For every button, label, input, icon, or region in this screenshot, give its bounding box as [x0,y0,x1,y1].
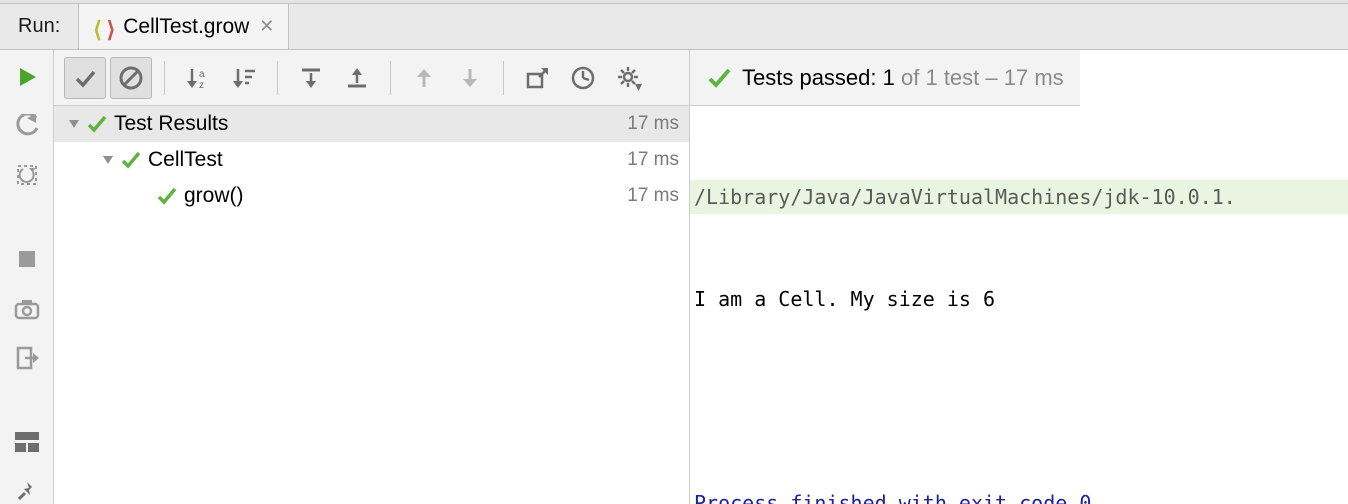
check-icon [156,185,178,207]
run-tab-strip: Run: ⟨⟩ CellTest.grow ✕ [0,4,1348,50]
show-ignored-toggle[interactable] [110,57,152,99]
sort-alpha-button[interactable]: az [177,57,219,99]
test-tree-toolbar: az [54,50,690,106]
check-icon [86,113,108,135]
exit-button[interactable] [12,345,42,370]
check-icon [706,65,732,91]
run-button[interactable] [12,64,42,89]
pin-button[interactable] [12,479,42,504]
run-config-title: CellTest.grow [123,15,249,39]
chevron-down-icon[interactable] [64,117,84,131]
tree-test-label: grow() [184,184,627,208]
status-prefix: Tests passed: [742,65,877,90]
status-passed-count: 1 [883,65,895,90]
run-side-rail [0,50,54,504]
run-config-tab[interactable]: ⟨⟩ CellTest.grow ✕ [78,4,289,49]
history-button[interactable] [562,57,604,99]
tree-root-row[interactable]: Test Results 17 ms [54,106,689,142]
test-settings-button[interactable] [608,57,650,99]
svg-text:a: a [199,69,205,80]
export-results-button[interactable] [516,57,558,99]
tree-suite-row[interactable]: CellTest 17 ms [54,142,689,178]
collapse-all-button[interactable] [336,57,378,99]
prev-failed-button[interactable] [403,57,445,99]
close-icon[interactable]: ✕ [259,16,274,37]
tree-suite-label: CellTest [148,148,627,172]
tree-test-time: 17 ms [627,185,679,207]
next-failed-button[interactable] [449,57,491,99]
console-output-line: I am a Cell. My size is 6 [690,282,1348,316]
tree-root-time: 17 ms [627,113,679,135]
toggle-autotest-button[interactable] [12,162,42,187]
stop-button[interactable] [12,247,42,272]
run-panel-label: Run: [0,15,78,38]
sort-duration-button[interactable] [223,57,265,99]
console-exit-line: Process finished with exit code 0 [690,486,1348,504]
console-output[interactable]: /Library/Java/JavaVirtualMachines/jdk-10… [690,106,1348,504]
test-tree[interactable]: Test Results 17 ms CellTest 17 ms grow()… [54,106,690,504]
expand-all-button[interactable] [290,57,332,99]
dump-threads-button[interactable] [12,296,42,321]
tree-suite-time: 17 ms [627,149,679,171]
console-command-line: /Library/Java/JavaVirtualMachines/jdk-10… [690,180,1348,214]
show-passed-toggle[interactable] [64,57,106,99]
tree-test-row[interactable]: grow() 17 ms [54,178,689,214]
rerun-failed-button[interactable] [12,113,42,138]
test-status-bar: Tests passed: 1 of 1 test – 17 ms [690,50,1080,106]
tree-root-label: Test Results [114,112,627,136]
svg-text:z: z [199,80,204,91]
chevron-down-icon[interactable] [98,153,118,167]
run-config-icon: ⟨⟩ [93,17,113,37]
check-icon [120,149,142,171]
status-suffix: of 1 test – 17 ms [901,65,1064,90]
layout-button[interactable] [12,430,42,455]
